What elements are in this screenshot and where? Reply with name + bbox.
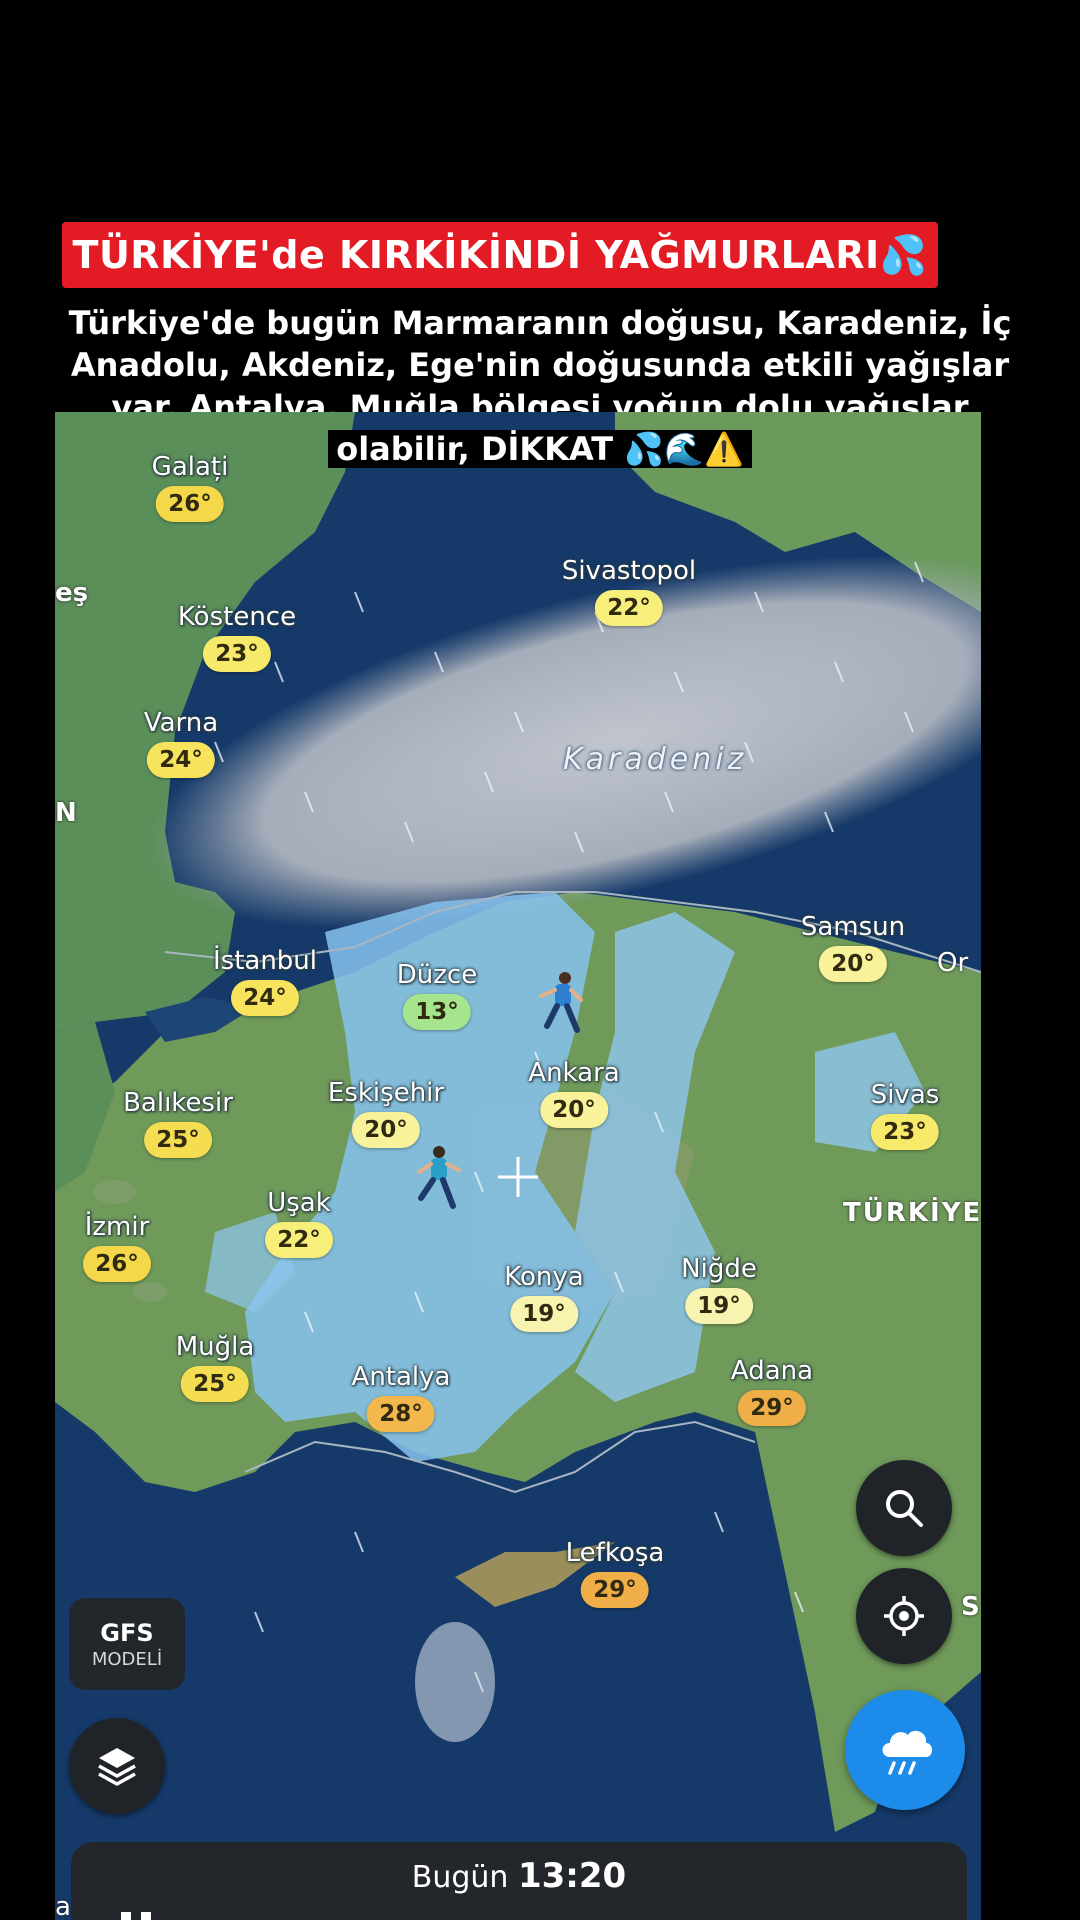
city-name: Ankara <box>528 1058 620 1088</box>
city-marker[interactable]: Lefkoşa 29° <box>565 1538 665 1608</box>
caption-line-1: Türkiye'de bugün Marmaranın doğusu, Kara… <box>0 302 1080 344</box>
city-temperature-badge: 25° <box>180 1366 249 1402</box>
edge-label-a: a <box>55 1892 71 1920</box>
city-temperature-badge: 26° <box>156 486 224 522</box>
city-name: Konya <box>504 1262 584 1292</box>
timeline-day: Bugün <box>411 1860 509 1895</box>
city-temperature-badge: 20° <box>819 946 887 982</box>
city-name: Sivastopol <box>561 556 697 586</box>
edge-label-s: S <box>961 1592 980 1622</box>
model-title: GFS <box>100 1618 154 1647</box>
city-marker[interactable]: Uşak 22° <box>265 1188 333 1258</box>
rain-layer-button[interactable] <box>845 1690 965 1810</box>
city-name: Balıkesir <box>123 1088 233 1118</box>
layers-icon <box>98 1748 136 1786</box>
locate-me-button[interactable] <box>856 1568 952 1664</box>
city-name: Düzce <box>396 960 478 990</box>
city-marker[interactable]: Köstence 23° <box>178 602 296 672</box>
search-icon <box>886 1490 923 1527</box>
city-temperature-badge: 19° <box>510 1296 578 1332</box>
sea-label-karadeniz: Karadeniz <box>563 742 748 777</box>
city-temperature-badge: 26° <box>83 1246 151 1282</box>
city-marker[interactable]: Niğde 19° <box>681 1254 757 1324</box>
city-temperature-badge: 19° <box>685 1288 753 1324</box>
city-name: Antalya <box>351 1362 451 1392</box>
city-temperature-badge: 23° <box>202 636 271 672</box>
city-name: Sivas <box>870 1080 940 1110</box>
pause-icon <box>121 1912 151 1920</box>
city-name: Uşak <box>267 1188 331 1218</box>
city-name: Eskişehir <box>327 1078 445 1108</box>
city-marker[interactable]: Adana 29° <box>731 1356 813 1426</box>
animated-runner-figure <box>537 970 583 1040</box>
city-marker[interactable]: Varna 24° <box>144 708 218 778</box>
city-temperature-badge: 25° <box>144 1122 212 1158</box>
timeline-label: Bugün 13:20 <box>71 1856 967 1896</box>
city-marker[interactable]: Muğla 25° <box>175 1332 255 1402</box>
city-marker[interactable]: İstanbul 24° <box>213 946 317 1016</box>
city-marker[interactable]: Düzce 13° <box>397 960 477 1030</box>
city-marker[interactable]: Eskişehir 20° <box>328 1078 444 1148</box>
weather-map[interactable]: Karadeniz TÜRKİYE eş N Or S a Galați 26° K… <box>55 412 981 1920</box>
city-marker[interactable]: Antalya 28° <box>351 1362 451 1432</box>
rain-cloud-icon <box>882 1730 932 1775</box>
city-temperature-badge: 20° <box>352 1112 420 1148</box>
city-name: Varna <box>143 708 219 738</box>
edge-label-es: eş <box>55 578 89 608</box>
timeline-bar[interactable]: Bugün 13:20 <box>71 1842 967 1920</box>
city-temperature-badge: 23° <box>871 1114 939 1150</box>
pause-button[interactable] <box>115 1912 159 1920</box>
city-marker[interactable]: Konya 19° <box>504 1262 584 1332</box>
city-temperature-badge: 24° <box>147 742 215 778</box>
search-button[interactable] <box>856 1460 952 1556</box>
city-name: Köstence <box>177 602 297 632</box>
city-name: Niğde <box>681 1254 757 1284</box>
caption-line-2: Anadolu, Akdeniz, Ege'nin doğusunda etki… <box>0 344 1080 386</box>
city-temperature-badge: 20° <box>539 1092 608 1128</box>
city-temperature-badge: 29° <box>738 1390 806 1426</box>
city-name: Samsun <box>800 912 906 942</box>
city-name: İstanbul <box>212 946 318 976</box>
layers-button[interactable] <box>69 1718 165 1814</box>
crosshair-location-icon <box>884 1596 924 1636</box>
city-temperature-badge: 22° <box>265 1222 333 1258</box>
edge-label-ordu: Or <box>937 948 969 978</box>
city-name: İzmir <box>84 1212 150 1242</box>
city-marker[interactable]: Samsun 20° <box>801 912 905 982</box>
city-temperature-badge: 29° <box>580 1572 649 1608</box>
city-marker[interactable]: Sivastopol 22° <box>562 556 696 626</box>
city-name: Muğla <box>175 1332 255 1362</box>
city-marker[interactable]: Sivas 23° <box>870 1080 940 1150</box>
country-label: TÜRKİYE <box>843 1198 981 1228</box>
city-temperature-badge: 22° <box>595 590 663 626</box>
city-marker[interactable]: Balıkesir 25° <box>123 1088 233 1158</box>
city-temperature-badge: 28° <box>367 1396 435 1432</box>
city-marker[interactable]: İzmir 26° <box>83 1212 151 1282</box>
timeline-time: 13:20 <box>517 1856 627 1896</box>
city-temperature-badge: 24° <box>231 980 299 1016</box>
weather-model-button[interactable]: GFS MODELİ <box>69 1598 185 1690</box>
caption-line-4: olabilir, DİKKAT 💦🌊⚠️ <box>0 428 1080 470</box>
edge-label-n: N <box>55 798 77 828</box>
city-marker[interactable]: Ankara 20° <box>528 1058 620 1128</box>
animated-runner-figure <box>417 1144 463 1214</box>
city-name: Adana <box>730 1356 814 1386</box>
video-title-banner: TÜRKİYE'de KIRKİKİNDİ YAĞMURLARI💦 <box>62 222 938 288</box>
city-temperature-badge: 13° <box>403 994 471 1030</box>
city-name: Lefkoşa <box>565 1538 665 1568</box>
model-subtitle: MODELİ <box>91 1648 163 1670</box>
